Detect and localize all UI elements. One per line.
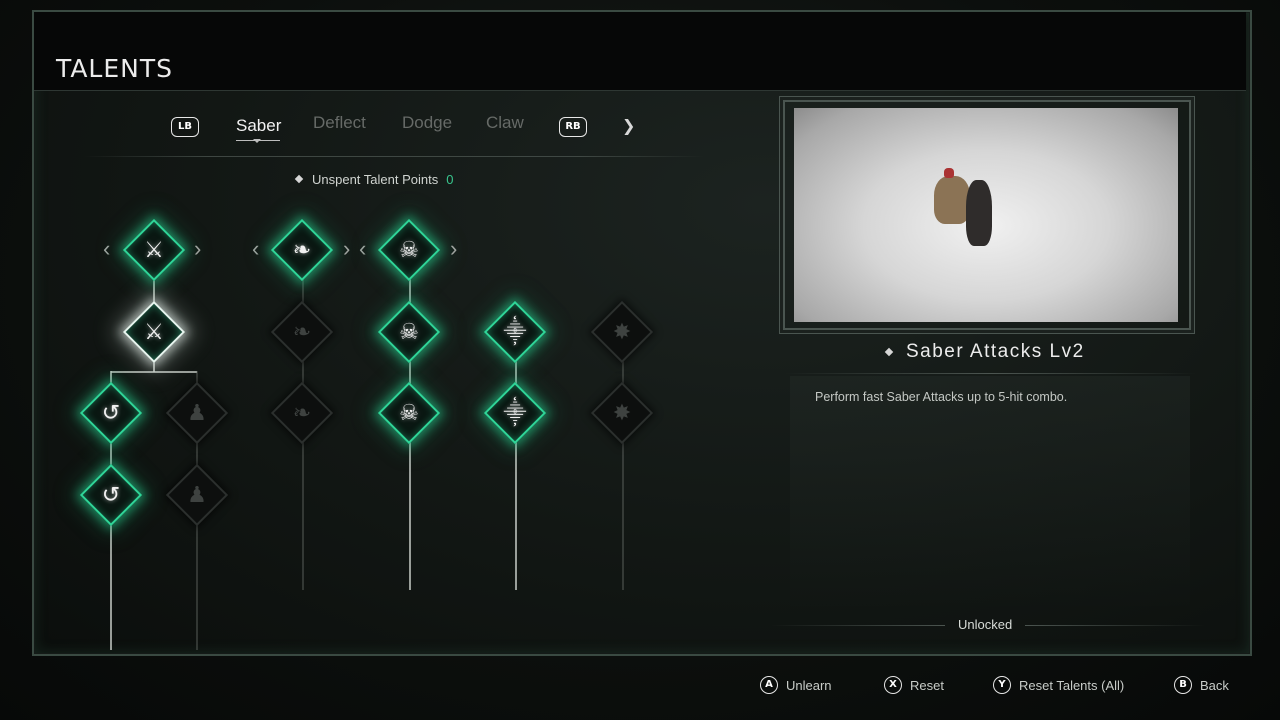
swirl-slash-icon: ↺ [101,400,121,425]
reset-all-prompt[interactable]: Y Reset Talents (All) [993,676,1124,694]
pinwheel-icon: ✸ [612,319,632,344]
status-divider-left [770,625,945,626]
claw-blade-icon: ❧ [292,400,312,425]
reset-prompt[interactable]: X Reset [884,676,944,694]
talent-node-saber-attacks-lv2[interactable]: ⚔ [122,300,186,364]
locked-figure-icon: ♟ [187,482,207,507]
y-button-icon: Y [993,676,1011,694]
chevron-right-icon[interactable]: › [194,236,201,262]
claw-blade-icon: ❧ [292,237,312,262]
talent-node-skull[interactable]: ☠ [377,218,441,282]
talent-node-skull[interactable]: ☠ [377,300,441,364]
pinwheel-icon: ✸ [612,400,632,425]
chevron-right-icon[interactable]: › [450,236,457,262]
saber-slash-icon: ⚔ [144,319,164,344]
unlearn-prompt[interactable]: A Unlearn [760,676,832,694]
talent-node-locked[interactable]: ♟ [165,463,229,527]
skull-dagger-icon: ☠ [399,319,419,344]
talent-node-swirl[interactable]: ↺ [79,381,143,445]
name-divider [786,373,1196,374]
status-divider-right [1025,625,1205,626]
chevron-left-icon[interactable]: ‹ [359,236,366,262]
back-prompt[interactable]: B Back [1174,676,1229,694]
talent-status: Unlocked [958,617,1013,632]
talent-node-claw-blade[interactable]: ❧ [270,218,334,282]
connector-line [622,440,624,590]
connector-line [515,440,517,590]
talent-node-saber-attacks[interactable]: ⚔ [122,218,186,282]
talent-name: Saber Attacks Lv2 [884,341,1085,363]
talent-preview-image [794,108,1178,322]
talent-description: Perform fast Saber Attacks up to 5-hit c… [815,390,1068,404]
saber-slash-icon: ⚔ [144,237,164,262]
talent-tree: ‹ ⚔ › ‹ ❧ › ‹ ☠ › ⚔ ❧ ☠ ⸎ ✸ ↺ ♟ ❧ ☠ ⸎ ✸ … [0,0,760,660]
talent-node-skull[interactable]: ☠ [377,381,441,445]
skull-dagger-icon: ☠ [399,400,419,425]
back-label: Back [1200,677,1229,693]
talent-node-locked[interactable]: ✸ [590,300,654,364]
locked-figure-icon: ♟ [187,400,207,425]
reset-label: Reset [910,677,944,693]
curved-sword-icon: ⸎ [503,319,527,344]
reset-all-label: Reset Talents (All) [1019,677,1125,693]
player-figure [966,180,992,246]
unlearn-label: Unlearn [786,677,832,693]
swirl-slash-icon: ↺ [101,482,121,507]
talent-node-locked[interactable]: ✸ [590,381,654,445]
connector-line [409,278,411,304]
chevron-right-icon[interactable]: › [343,236,350,262]
chevron-left-icon[interactable]: ‹ [103,236,110,262]
connector-line [196,522,198,650]
talent-node-locked[interactable]: ♟ [165,381,229,445]
enemy-figure [934,176,970,224]
talent-node-sword[interactable]: ⸎ [483,381,547,445]
talent-node-locked[interactable]: ❧ [270,300,334,364]
connector-line [110,522,112,650]
talent-node-locked[interactable]: ❧ [270,381,334,445]
skull-dagger-icon: ☠ [399,237,419,262]
diamond-bullet-icon [884,347,894,357]
hit-spark [944,168,954,178]
connector-line [302,440,304,590]
a-button-icon: A [760,676,778,694]
description-panel [790,376,1190,606]
claw-blade-icon: ❧ [292,319,312,344]
connector-line [302,278,304,304]
talent-name-text: Saber Attacks Lv2 [906,341,1085,362]
connector-line [409,440,411,590]
chevron-left-icon[interactable]: ‹ [252,236,259,262]
connector-line [111,371,197,373]
curved-sword-icon: ⸎ [503,400,527,425]
talent-node-sword[interactable]: ⸎ [483,300,547,364]
talent-node-swirl[interactable]: ↺ [79,463,143,527]
x-button-icon: X [884,676,902,694]
b-button-icon: B [1174,676,1192,694]
